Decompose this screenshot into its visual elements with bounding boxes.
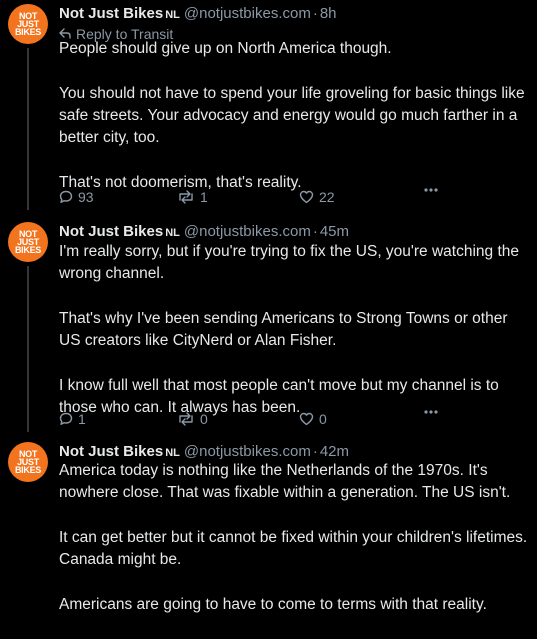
post-paragraph: It can get better but it cannot be fixed… (59, 529, 528, 568)
author-handle[interactable]: @notjustbikes.com (184, 223, 311, 240)
repost-count: 0 (200, 411, 208, 427)
post[interactable]: NOT JUST BIKES Not Just Bikes NL @notjustb… (0, 222, 537, 432)
ellipsis-icon (423, 409, 444, 415)
reply-count: 93 (78, 189, 94, 205)
post-header: Not Just Bikes NL @notjustbikes.com · 45m (59, 223, 349, 242)
repost-button[interactable]: 1 (177, 187, 208, 207)
avatar[interactable]: NOT JUST BIKES (8, 442, 48, 482)
separator-dot: · (312, 5, 318, 22)
avatar[interactable]: NOT JUST BIKES (8, 4, 48, 44)
repost-button[interactable]: 0 (177, 409, 208, 429)
avatar-text-line: BIKES (14, 27, 41, 37)
ellipsis-icon (423, 187, 444, 193)
like-button[interactable]: 0 (299, 409, 327, 429)
timestamp[interactable]: 8h (320, 5, 337, 22)
reply-button[interactable]: 93 (59, 187, 94, 207)
author-name[interactable]: Not Just Bikes (59, 5, 163, 22)
repost-arrows-icon (177, 412, 200, 426)
like-button[interactable]: 22 (299, 187, 335, 207)
author-name[interactable]: Not Just Bikes (59, 223, 163, 240)
separator-dot: · (312, 223, 318, 240)
avatar-text-line: BIKES (14, 465, 41, 475)
post-paragraph: People should give up on North America t… (59, 40, 392, 57)
post-paragraph: That's why I've been sending Americans t… (59, 310, 508, 349)
action-bar: 93 1 22 (59, 187, 489, 207)
post-body: America today is nothing like the Nether… (59, 460, 529, 639)
avatar[interactable]: NOT JUST BIKES (8, 222, 48, 262)
author-handle[interactable]: @notjustbikes.com (184, 443, 311, 460)
timestamp[interactable]: 45m (320, 223, 349, 240)
action-bar: 1 0 0 (59, 409, 489, 429)
post[interactable]: NOT JUST BIKES Not Just Bikes NL @notjustb… (0, 4, 537, 212)
reply-count: 1 (78, 411, 86, 427)
thread: NOT JUST BIKES Not Just Bikes NL @notjustb… (0, 0, 537, 613)
more-options-button[interactable] (423, 187, 444, 193)
country-tag: NL (165, 9, 180, 21)
speech-bubble-icon (59, 412, 78, 426)
separator-dot: · (312, 443, 318, 460)
repost-arrows-icon (177, 190, 200, 204)
avatar-text-line: BIKES (14, 245, 41, 255)
speech-bubble-icon (59, 190, 78, 204)
author-handle[interactable]: @notjustbikes.com (184, 5, 311, 22)
country-tag: NL (165, 227, 180, 239)
more-options-button[interactable] (423, 409, 444, 415)
post-header: Not Just Bikes NL @notjustbikes.com · 8h (59, 5, 337, 24)
post-paragraph: You should not have to spend your life g… (59, 85, 525, 146)
post[interactable]: NOT JUST BIKES Not Just Bikes NL @notjustb… (0, 442, 537, 613)
like-count: 0 (319, 411, 327, 427)
post-paragraph: I'm really sorry, but if you're trying t… (59, 243, 519, 282)
timestamp[interactable]: 42m (320, 443, 349, 460)
post-paragraph: Americans are going to have to come to t… (59, 596, 487, 613)
heart-icon (299, 190, 319, 204)
country-tag: NL (165, 447, 180, 459)
reply-button[interactable]: 1 (59, 409, 86, 429)
repost-count: 1 (200, 189, 208, 205)
author-name[interactable]: Not Just Bikes (59, 443, 163, 460)
heart-icon (299, 412, 319, 426)
like-count: 22 (319, 189, 335, 205)
post-paragraph: America today is nothing like the Nether… (59, 462, 511, 501)
